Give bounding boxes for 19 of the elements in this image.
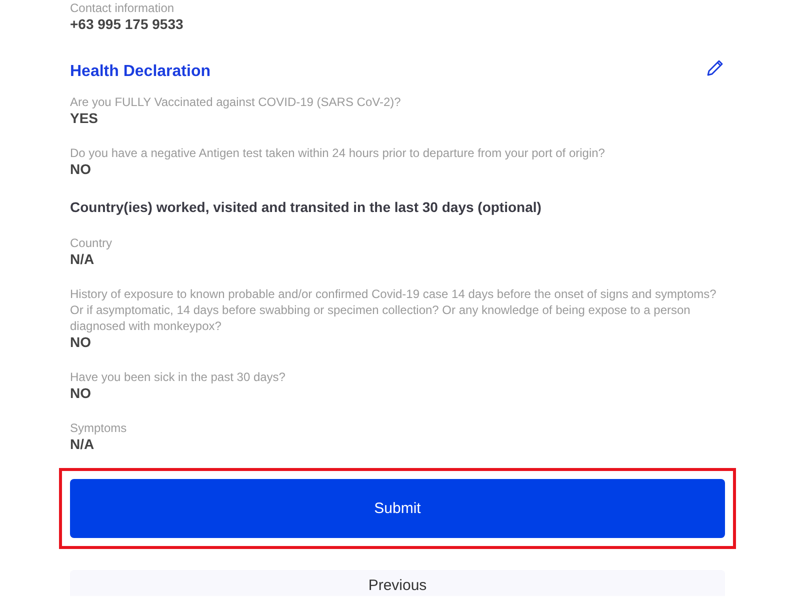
field-label: Country xyxy=(70,235,114,251)
field-label: Are you FULLY Vaccinated against COVID-19 (SARS CoV-2)? xyxy=(70,94,402,110)
field-value: NO xyxy=(70,385,92,401)
field-label: Symptoms xyxy=(70,420,128,436)
field-value: YES xyxy=(70,110,100,126)
submit-button[interactable]: Submit xyxy=(70,479,725,538)
field-label: History of exposure to known probable and/or confirmed Covid-19 case 14 days before the onset of signs and symptoms? Or if asymptomatic, 14 days before swabbing or specimen collection? Or any knowledge of being expose to a person diagnosed with monkeypox? xyxy=(70,286,718,334)
field-label: Contact information xyxy=(70,0,176,16)
field-value: NO xyxy=(70,334,92,350)
field-value: N/A xyxy=(70,436,96,452)
field-value: NO xyxy=(70,161,92,177)
field-value: N/A xyxy=(70,251,96,267)
previous-button[interactable]: Previous xyxy=(70,570,725,596)
field-value: +63 995 175 9533 xyxy=(70,16,184,32)
subsection-heading: Country(ies) worked, visited and transited in the last 30 days (optional) xyxy=(70,198,542,217)
edit-icon[interactable] xyxy=(706,59,724,77)
field-label: Have you been sick in the past 30 days? xyxy=(70,369,286,385)
section-title: Health Declaration xyxy=(70,63,210,81)
field-label: Do you have a negative Antigen test taken within 24 hours prior to departure from your port of origin? xyxy=(70,145,606,161)
